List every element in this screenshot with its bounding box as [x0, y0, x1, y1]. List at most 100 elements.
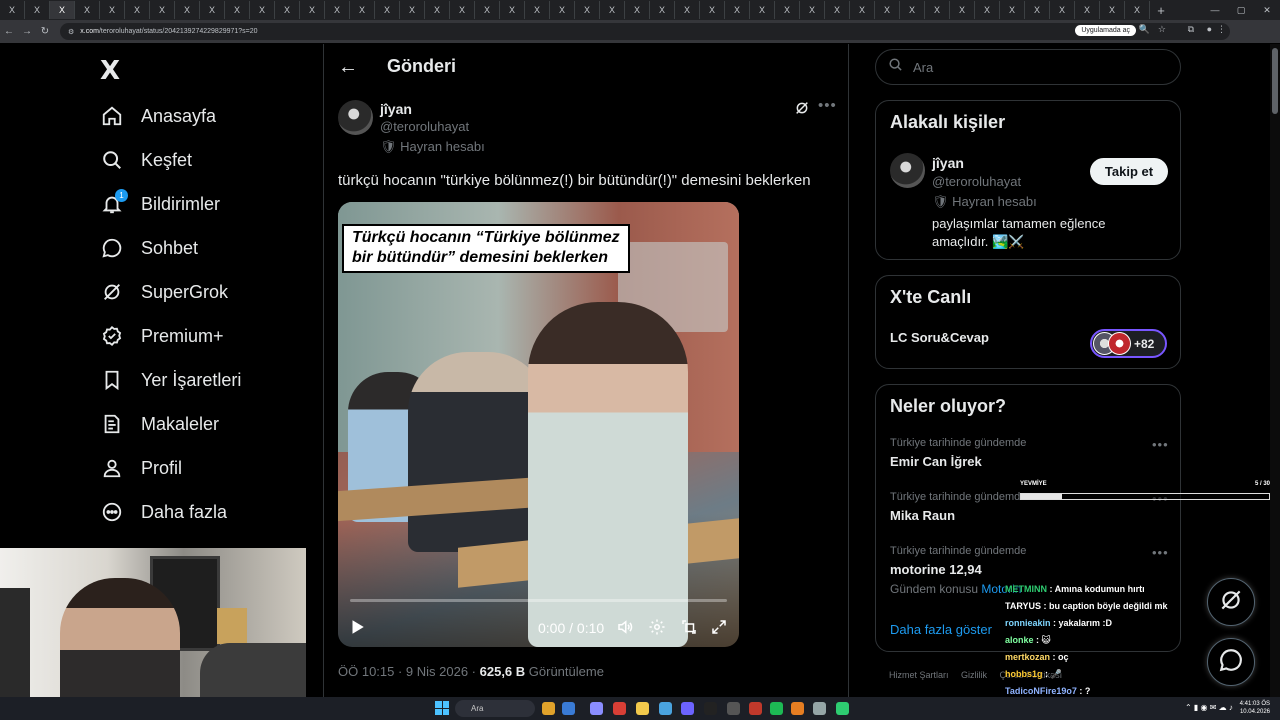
app-icon[interactable]: [590, 702, 603, 715]
app-icon[interactable]: [749, 702, 762, 715]
browser-tab[interactable]: X: [325, 1, 350, 19]
browser-tab[interactable]: X: [625, 1, 650, 19]
nav-item-notifications[interactable]: 1 Bildirimler: [100, 188, 220, 220]
windows-start-icon[interactable]: [435, 701, 449, 715]
browser-tab[interactable]: X: [225, 1, 250, 19]
reload-icon[interactable]: ↻: [36, 26, 54, 37]
footer-link[interactable]: Hizmet Şartları: [889, 670, 949, 680]
fullscreen-icon[interactable]: [710, 618, 728, 640]
settings-gear-icon[interactable]: [648, 618, 666, 640]
browser-tab[interactable]: X: [175, 1, 200, 19]
browser-tab[interactable]: X: [350, 1, 375, 19]
browser-tab[interactable]: X: [875, 1, 900, 19]
live-space-title[interactable]: LC Soru&Cevap: [890, 330, 989, 345]
app-icon[interactable]: [836, 702, 849, 715]
browser-menu-icon[interactable]: ⋮: [1217, 24, 1226, 35]
zoom-icon[interactable]: 🔍: [1139, 24, 1150, 35]
system-tray[interactable]: ⌃ ▮ ◉ ✉ ☁ ♪: [1185, 703, 1233, 712]
browser-tab[interactable]: X: [100, 1, 125, 19]
browser-tab[interactable]: X: [550, 1, 575, 19]
browser-tab[interactable]: X: [1075, 1, 1100, 19]
browser-tab[interactable]: X: [1025, 1, 1050, 19]
site-info-icon[interactable]: ⚙: [68, 28, 74, 36]
nav-item-more[interactable]: Daha fazla: [100, 496, 227, 528]
app-icon[interactable]: [681, 702, 694, 715]
app-icon[interactable]: [791, 702, 804, 715]
new-tab-button[interactable]: +: [1150, 3, 1172, 18]
browser-tab[interactable]: X: [250, 1, 275, 19]
author-handle[interactable]: @teroroluhayat: [380, 119, 469, 134]
x-logo[interactable]: X: [100, 56, 120, 86]
maximize-button[interactable]: ▢: [1228, 0, 1254, 20]
browser-tab[interactable]: X: [850, 1, 875, 19]
page-scrollbar[interactable]: [1270, 44, 1280, 704]
nav-item-chat[interactable]: Sohbet: [100, 232, 198, 264]
browser-tab[interactable]: X: [1125, 1, 1150, 19]
browser-tab[interactable]: X: [125, 1, 150, 19]
browser-tab[interactable]: X: [475, 1, 500, 19]
app-icon[interactable]: [813, 702, 826, 715]
browser-tab[interactable]: X: [600, 1, 625, 19]
url-field[interactable]: ⚙ x.com/teroroluhayat/status/20421392742…: [60, 23, 1230, 40]
browser-tab[interactable]: X: [725, 1, 750, 19]
browser-tab-active[interactable]: X: [50, 1, 75, 19]
browser-tab[interactable]: X: [675, 1, 700, 19]
post-time[interactable]: ÖÖ 10:15 · 9 Nis 2026 ·: [338, 664, 480, 679]
browser-tab[interactable]: X: [525, 1, 550, 19]
show-more-link[interactable]: Daha fazla göster: [890, 622, 992, 637]
extensions-icon[interactable]: ⧉: [1188, 24, 1194, 35]
search-input[interactable]: [913, 59, 1163, 75]
browser-tab[interactable]: X: [1050, 1, 1075, 19]
browser-tab[interactable]: X: [700, 1, 725, 19]
chrome-icon[interactable]: [613, 702, 626, 715]
browser-tab[interactable]: X: [450, 1, 475, 19]
browser-tab[interactable]: X: [900, 1, 925, 19]
minimize-button[interactable]: —: [1202, 0, 1228, 20]
browser-tab[interactable]: X: [1000, 1, 1025, 19]
author-avatar[interactable]: [338, 100, 373, 135]
browser-tab[interactable]: X: [650, 1, 675, 19]
grok-icon[interactable]: [794, 100, 810, 120]
app-icon[interactable]: [727, 702, 740, 715]
browser-tab[interactable]: X: [575, 1, 600, 19]
close-window-button[interactable]: ✕: [1254, 0, 1280, 20]
follow-button[interactable]: Takip et: [1090, 158, 1168, 185]
live-listeners-pill[interactable]: +82: [1090, 329, 1167, 358]
browser-tab[interactable]: X: [925, 1, 950, 19]
related-name[interactable]: jîyan: [932, 155, 964, 171]
app-icon[interactable]: [659, 702, 672, 715]
browser-tab[interactable]: X: [400, 1, 425, 19]
play-icon[interactable]: [348, 618, 366, 636]
browser-tab[interactable]: X: [200, 1, 225, 19]
taskbar-search[interactable]: Ara: [455, 700, 535, 717]
more-options-icon[interactable]: •••: [1152, 437, 1169, 452]
browser-tab[interactable]: X: [500, 1, 525, 19]
pip-icon[interactable]: [680, 618, 698, 640]
browser-tab[interactable]: X: [825, 1, 850, 19]
messages-fab-button[interactable]: [1207, 638, 1255, 686]
folder-icon[interactable]: [636, 702, 649, 715]
browser-tab[interactable]: X: [375, 1, 400, 19]
browser-tab[interactable]: X: [950, 1, 975, 19]
browser-tab[interactable]: X: [0, 1, 25, 19]
open-in-app-button[interactable]: Uygulamada aç: [1075, 25, 1136, 36]
app-icon[interactable]: [542, 702, 555, 715]
more-options-icon[interactable]: •••: [1152, 545, 1169, 560]
more-options-icon[interactable]: •••: [818, 97, 837, 114]
browser-tab[interactable]: X: [775, 1, 800, 19]
bookmark-star-icon[interactable]: ☆: [1158, 24, 1166, 35]
browser-tab[interactable]: X: [750, 1, 775, 19]
browser-tab[interactable]: X: [25, 1, 50, 19]
back-arrow-icon[interactable]: ←: [338, 56, 358, 79]
related-avatar[interactable]: [890, 153, 925, 188]
browser-back-icon[interactable]: ←: [0, 26, 18, 37]
spotify-icon[interactable]: [770, 702, 783, 715]
video-progress-bar[interactable]: [350, 599, 727, 602]
browser-tab[interactable]: X: [300, 1, 325, 19]
nav-item-bookmarks[interactable]: Yer İşaretleri: [100, 364, 241, 396]
nav-item-supergrok[interactable]: SuperGrok: [100, 276, 228, 308]
profile-icon[interactable]: ●: [1207, 24, 1212, 34]
app-icon[interactable]: [562, 702, 575, 715]
browser-tab[interactable]: X: [275, 1, 300, 19]
browser-tab[interactable]: X: [1100, 1, 1125, 19]
